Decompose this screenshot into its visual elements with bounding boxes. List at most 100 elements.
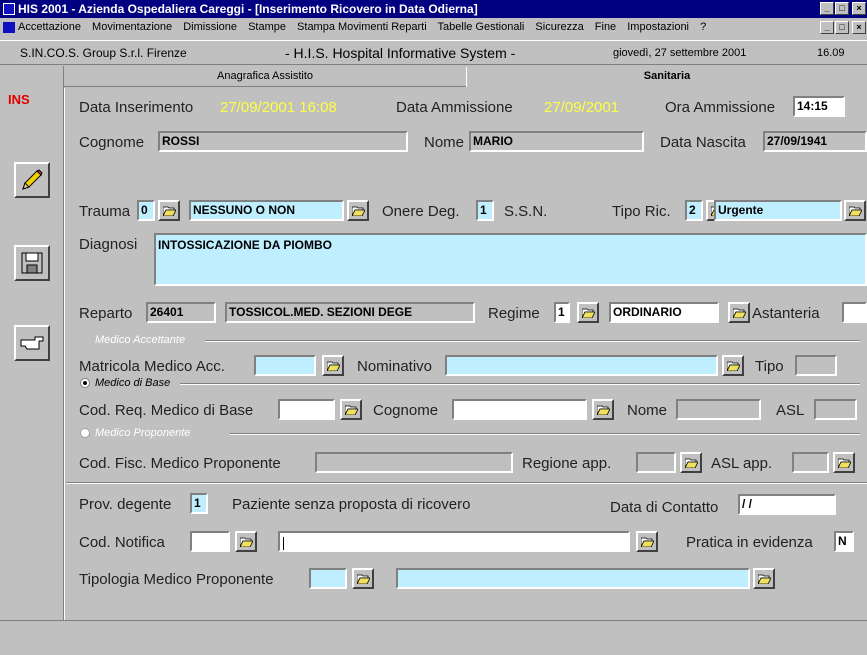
cod-req-label: Cod. Req. Medico di Base xyxy=(79,402,254,419)
cod-fisc-field[interactable] xyxy=(315,452,513,473)
medico-base-radio[interactable] xyxy=(80,378,90,388)
prov-degente-label: Prov. degente xyxy=(79,496,172,513)
onere-deg-label: Onere Deg. xyxy=(382,203,460,220)
medico-base-section: Medico di Base xyxy=(95,377,171,389)
cognome-medico-lookup-button[interactable] xyxy=(592,399,614,420)
menu-tabelle[interactable]: Tabelle Gestionali xyxy=(438,21,525,33)
trauma-desc-field[interactable]: NESSUNO O NON xyxy=(189,200,344,221)
mdi-maximize-button[interactable]: □ xyxy=(835,21,849,34)
section-divider xyxy=(66,482,867,484)
menu-help[interactable]: ? xyxy=(700,21,706,33)
close-button[interactable]: × xyxy=(852,2,866,15)
ora-ammissione-field[interactable]: 14:15 xyxy=(793,96,845,117)
reparto-code-field[interactable]: 26401 xyxy=(146,302,216,323)
menu-accettazione[interactable]: Accettazione xyxy=(18,21,81,33)
cod-notifica-lookup-button[interactable] xyxy=(235,531,257,552)
mode-indicator: INS xyxy=(8,92,30,107)
regime-lookup-button[interactable] xyxy=(577,302,599,323)
trauma-lookup-button[interactable] xyxy=(158,200,180,221)
tipologia-desc-lookup-button[interactable] xyxy=(753,568,775,589)
data-contatto-field[interactable]: / / xyxy=(738,494,836,515)
cognome-field[interactable]: ROSSI xyxy=(158,131,408,152)
data-nascita-label: Data Nascita xyxy=(660,134,746,151)
reparto-desc-field[interactable]: TOSSICOL.MED. SEZIONI DEGE xyxy=(225,302,475,323)
open-folder-icon xyxy=(344,405,358,415)
tipologia-code-field[interactable] xyxy=(309,568,347,589)
asl-app-field[interactable] xyxy=(792,452,829,473)
prov-degente-field[interactable]: 1 xyxy=(190,493,208,514)
cognome-label: Cognome xyxy=(79,134,145,151)
asl-app-lookup-button[interactable] xyxy=(833,452,855,473)
menu-bar: Accettazione Movimentazione Dimissione S… xyxy=(0,18,867,37)
title-bar: HIS 2001 - Azienda Ospedaliera Careggi -… xyxy=(0,0,867,18)
pencil-icon xyxy=(22,169,43,190)
nome-medico-label: Nome xyxy=(627,402,668,419)
open-folder-icon xyxy=(837,458,851,468)
tab-anagrafica-assistito[interactable]: Anagrafica Assistito xyxy=(64,67,466,87)
menu-fine[interactable]: Fine xyxy=(595,21,616,33)
menu-sicurezza[interactable]: Sicurezza xyxy=(535,21,583,33)
notifica-desc-lookup-button[interactable] xyxy=(636,531,658,552)
cod-req-lookup-button[interactable] xyxy=(340,399,362,420)
nominativo-label: Nominativo xyxy=(357,358,433,375)
nome-medico-field[interactable] xyxy=(676,399,761,420)
matricola-lookup-button[interactable] xyxy=(322,355,344,376)
ora-ammissione-label: Ora Ammissione xyxy=(665,99,776,116)
tipo-ric-desc-lookup-button[interactable] xyxy=(844,200,866,221)
pratica-field[interactable]: N xyxy=(834,531,854,552)
medico-proponente-radio[interactable] xyxy=(80,428,90,438)
open-folder-icon xyxy=(596,405,610,415)
tipo-ric-code-field[interactable]: 2 xyxy=(685,200,703,221)
status-date: giovedì, 27 settembre 2001 xyxy=(613,47,747,59)
data-ammissione-label: Data Ammissione xyxy=(396,99,513,116)
mdi-close-button[interactable]: × xyxy=(852,21,866,34)
save-button[interactable] xyxy=(14,245,50,281)
asl-field[interactable] xyxy=(814,399,857,420)
menu-stampe[interactable]: Stampe xyxy=(248,21,286,33)
cod-req-field[interactable] xyxy=(278,399,335,420)
astanteria-field[interactable] xyxy=(842,302,867,323)
cod-notifica-field[interactable] xyxy=(190,531,230,552)
menu-stampa-movimenti[interactable]: Stampa Movimenti Reparti xyxy=(297,21,427,33)
matricola-field[interactable] xyxy=(254,355,316,376)
menu-dimissione[interactable]: Dimissione xyxy=(183,21,237,33)
medico-accettante-section: Medico Accettante xyxy=(95,334,186,346)
asl-label: ASL xyxy=(776,402,805,419)
cognome-medico-label: Cognome xyxy=(373,402,439,419)
diagnosi-textarea[interactable]: INTOSSICAZIONE DA PIOMBO xyxy=(154,233,867,286)
tipo-ric-desc-field[interactable]: Urgente xyxy=(714,200,842,221)
regime-code-field[interactable]: 1 xyxy=(554,302,570,323)
cognome-medico-field[interactable] xyxy=(452,399,587,420)
data-nascita-field[interactable]: 27/09/1941 xyxy=(763,131,867,152)
regime-desc-lookup-button[interactable] xyxy=(728,302,750,323)
select-button[interactable] xyxy=(14,325,50,361)
status-time: 16.09 xyxy=(817,47,845,59)
regione-app-lookup-button[interactable] xyxy=(680,452,702,473)
minimize-button[interactable]: _ xyxy=(820,2,834,15)
regione-app-field[interactable] xyxy=(636,452,676,473)
trauma-code-field[interactable]: 0 xyxy=(137,200,155,221)
open-folder-icon xyxy=(356,574,370,584)
nome-field[interactable]: MARIO xyxy=(469,131,644,152)
cod-notifica-label: Cod. Notifica xyxy=(79,534,165,551)
menu-movimentazione[interactable]: Movimentazione xyxy=(92,21,172,33)
tipologia-lookup-button[interactable] xyxy=(352,568,374,589)
trauma-desc-lookup-button[interactable] xyxy=(347,200,369,221)
onere-deg-field[interactable]: 1 xyxy=(476,200,494,221)
menu-impostazioni[interactable]: Impostazioni xyxy=(627,21,689,33)
status-bar: S.IN.CO.S. Group S.r.l. Firenze - H.I.S.… xyxy=(0,40,867,65)
nominativo-lookup-button[interactable] xyxy=(722,355,744,376)
tipo-field[interactable] xyxy=(795,355,837,376)
medico-proponente-section: Medico Proponente xyxy=(95,427,191,439)
tipologia-desc-field[interactable] xyxy=(396,568,750,589)
open-folder-icon xyxy=(581,308,595,318)
tab-sanitaria[interactable]: Sanitaria xyxy=(466,67,867,87)
regime-desc-field[interactable]: ORDINARIO xyxy=(609,302,719,323)
nominativo-field[interactable] xyxy=(445,355,718,376)
maximize-button[interactable]: □ xyxy=(835,2,849,15)
mdi-minimize-button[interactable]: _ xyxy=(820,21,834,34)
open-folder-icon xyxy=(162,206,176,216)
notifica-desc-field[interactable] xyxy=(278,531,630,552)
edit-button[interactable] xyxy=(14,162,50,198)
system-name: - H.I.S. Hospital Informative System - xyxy=(285,45,516,61)
